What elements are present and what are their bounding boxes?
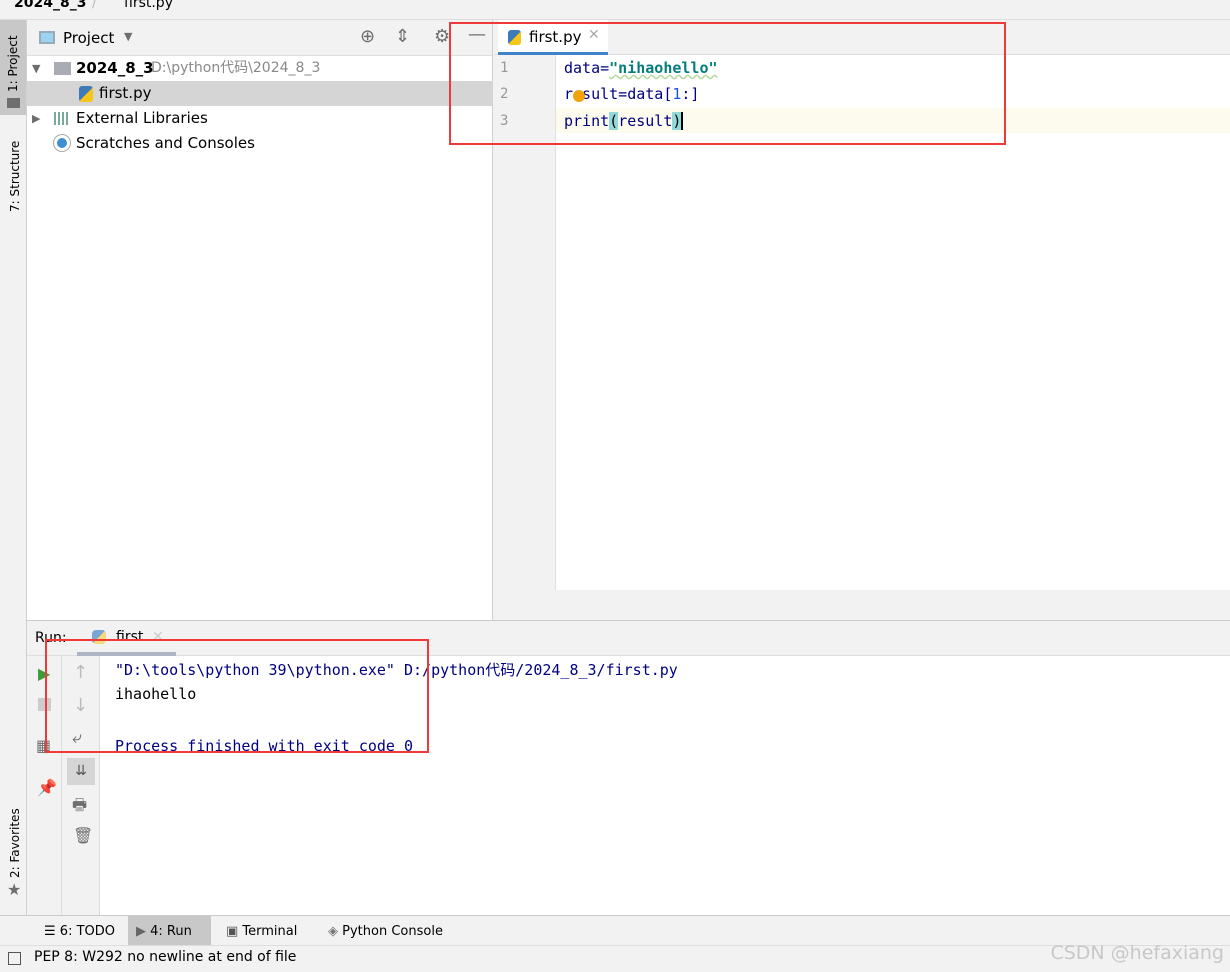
label: External Libraries	[76, 109, 208, 127]
run-tab-first[interactable]: first ✕	[77, 621, 176, 656]
run-panel: Run: first ✕ ▶ ▦ 📌 ↑ ↓ ⤶ ⇊ 🖶 🗑 "D:\tools…	[27, 620, 1230, 916]
project-panel-header: Project ▼ ⊕ ⇕ ⚙ —	[27, 20, 492, 56]
intention-bulb-icon[interactable]	[573, 90, 585, 102]
project-tool-button[interactable]: 1: Project	[0, 20, 26, 115]
folder-icon	[54, 62, 71, 75]
scroll-to-end-icon[interactable]: ⇊	[67, 758, 95, 785]
structure-tool-button[interactable]: 7: Structure	[8, 141, 22, 212]
scratches-icon	[54, 135, 70, 151]
pin-icon[interactable]: 📌	[37, 778, 57, 797]
play-icon: ▶	[136, 924, 151, 939]
breadcrumb-separator: /	[92, 0, 97, 11]
terminal-tool-button[interactable]: ▣ Terminal	[218, 916, 305, 946]
chevron-down-icon[interactable]: ▼	[124, 30, 132, 43]
trash-icon[interactable]: 🗑	[73, 826, 93, 845]
python-file-icon	[79, 86, 93, 102]
editor[interactable]: first.py ✕ 1 2 3 data="nihaohello" resul…	[494, 20, 1230, 590]
python-file-icon	[508, 30, 521, 45]
todo-tool-button[interactable]: ☰ 6: TODO	[36, 916, 123, 946]
tab-label: first	[116, 629, 144, 645]
line-number: 1	[500, 60, 509, 76]
python-console-tool-button[interactable]: ◈ Python Console	[320, 916, 451, 946]
python-icon: ◈	[328, 924, 343, 939]
left-tool-strip: 1: Project 7: Structure 2: Favorites ★	[0, 20, 27, 915]
list-icon: ☰	[44, 924, 60, 939]
tree-item-external-libraries[interactable]: ▶ External Libraries	[27, 106, 493, 131]
label: 4: Run	[150, 924, 192, 939]
line-number: 2	[500, 86, 509, 102]
console-exit-line: Process finished with exit code 0	[115, 737, 414, 755]
label: 6: TODO	[59, 924, 115, 939]
breadcrumb-project[interactable]: 2024_8_3	[14, 0, 86, 11]
run-toolbar-left: ▶ ▦ 📌	[27, 656, 62, 916]
project-tool-label: 1: Project	[6, 35, 20, 92]
project-view-selector[interactable]: Project	[63, 29, 114, 47]
label: Scratches and Consoles	[76, 134, 255, 152]
code-line: print(result)	[564, 112, 684, 130]
favorites-tool-button[interactable]: 2: Favorites	[8, 808, 22, 878]
editor-tab-first-py[interactable]: first.py ✕	[498, 20, 608, 55]
project-path: D:\python代码\2024_8_3	[151, 60, 321, 76]
tree-item-first-py[interactable]: first.py	[27, 81, 493, 106]
run-label: Run:	[35, 630, 67, 646]
toggle-tool-windows-icon[interactable]	[8, 952, 21, 965]
tab-label: first.py	[529, 28, 582, 46]
line-number: 3	[500, 113, 509, 129]
python-icon	[92, 630, 106, 644]
expanded-arrow-icon[interactable]: ▼	[32, 56, 40, 81]
rerun-icon[interactable]: ▶	[38, 664, 50, 683]
hide-icon[interactable]: —	[468, 24, 486, 45]
watermark: CSDN @hefaxiang	[1050, 942, 1224, 964]
file-name: first.py	[99, 84, 152, 102]
status-bar: PEP 8: W292 no newline at end of file CS…	[0, 942, 1230, 972]
project-panel: Project ▼ ⊕ ⇕ ⚙ — ▼ 2024_8_3 D:\python代码…	[27, 20, 493, 620]
breadcrumb-file[interactable]: first.py	[124, 0, 173, 11]
arrow-up-icon[interactable]: ↑	[73, 662, 88, 683]
stop-icon[interactable]	[38, 698, 51, 711]
collapse-all-icon[interactable]: ⇕	[395, 26, 410, 47]
run-toolbar-right: ↑ ↓ ⤶ ⇊ 🖶 🗑	[62, 656, 100, 916]
project-name: 2024_8_3	[76, 59, 154, 77]
label: Terminal	[242, 924, 298, 939]
layout-icon[interactable]: ▦	[36, 736, 51, 755]
tree-item-project-root[interactable]: ▼ 2024_8_3 D:\python代码\2024_8_3	[27, 56, 493, 81]
bottom-tool-bar: ☰ 6: TODO ▶ 4: Run ▣ Terminal ◈ Python C…	[0, 915, 1230, 946]
folder-icon	[7, 98, 20, 108]
print-icon[interactable]: 🖶	[72, 794, 87, 821]
code-line: data="nihaohello"	[564, 59, 718, 77]
run-panel-header: Run: first ✕	[27, 621, 1230, 656]
close-icon[interactable]: ✕	[152, 629, 164, 645]
gutter	[494, 55, 556, 590]
library-icon	[54, 112, 70, 125]
editor-tab-bar: first.py ✕	[494, 20, 1230, 55]
run-tool-button[interactable]: ▶ 4: Run	[128, 916, 211, 946]
arrow-down-icon[interactable]: ↓	[73, 695, 88, 716]
close-icon[interactable]: ✕	[588, 27, 600, 43]
locate-icon[interactable]: ⊕	[360, 26, 375, 47]
gear-icon[interactable]: ⚙	[434, 26, 450, 47]
terminal-icon: ▣	[226, 924, 243, 939]
collapsed-arrow-icon[interactable]: ▶	[32, 106, 40, 131]
project-view-icon	[39, 31, 55, 44]
soft-wrap-icon[interactable]: ⤶	[72, 728, 82, 748]
editor-scroll-area	[494, 590, 1230, 620]
console-command-line: "D:\tools\python 39\python.exe" D:/pytho…	[115, 661, 678, 679]
star-icon: ★	[7, 880, 22, 899]
tree-item-scratches[interactable]: Scratches and Consoles	[27, 131, 493, 156]
status-message: PEP 8: W292 no newline at end of file	[34, 949, 297, 965]
breadcrumb: 2024_8_3 / first.py	[0, 0, 1230, 20]
label: Python Console	[342, 924, 443, 939]
console-output-line: ihaohello	[115, 685, 197, 703]
